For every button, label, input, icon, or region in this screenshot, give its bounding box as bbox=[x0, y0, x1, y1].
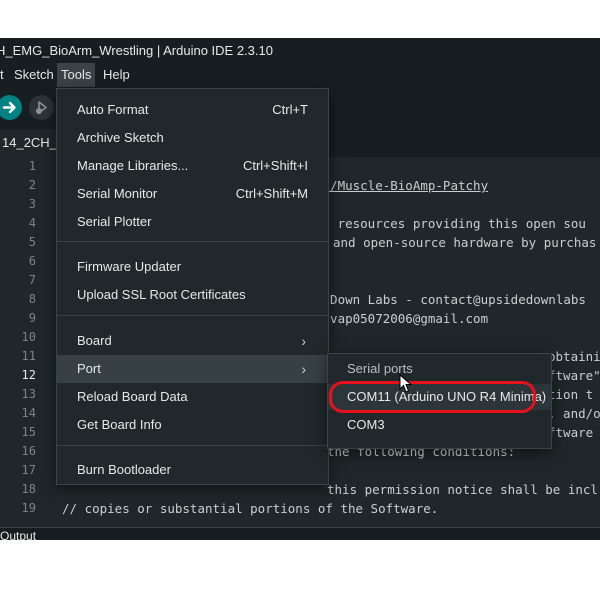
line-number: 6 bbox=[28, 254, 36, 268]
menu-item-serial-plotter[interactable]: Serial Plotter bbox=[57, 208, 328, 236]
menu-item-label: Serial Plotter bbox=[77, 214, 152, 229]
code-line: nd resources providing this open sou bbox=[315, 216, 586, 231]
port-option-label: COM3 bbox=[347, 417, 385, 432]
menu-item-label: Serial Monitor bbox=[77, 186, 158, 201]
menu-item-label: Port bbox=[77, 361, 101, 376]
window-title: H_EMG_BioArm_Wrestling | Arduino IDE 2.3… bbox=[0, 43, 273, 58]
menu-item-port[interactable]: Port › bbox=[57, 355, 328, 383]
line-number: 19 bbox=[21, 501, 36, 515]
code-line: ftware" bbox=[548, 368, 600, 383]
mouse-pointer-icon bbox=[399, 374, 413, 393]
menu-separator bbox=[57, 241, 328, 242]
line-number: 13 bbox=[21, 387, 36, 401]
line-number: 12 bbox=[21, 368, 36, 382]
menu-sketch[interactable]: Sketch bbox=[10, 63, 58, 87]
menu-item-label: Manage Libraries... bbox=[77, 158, 189, 173]
menu-item-label: Get Board Info bbox=[77, 417, 162, 432]
menu-item-upload-ssl-root-certificates[interactable]: Upload SSL Root Certificates bbox=[57, 281, 328, 309]
menu-item-label: Board bbox=[77, 333, 112, 348]
chevron-right-icon: › bbox=[301, 361, 306, 377]
line-number: 17 bbox=[21, 463, 36, 477]
line-number: 7 bbox=[28, 273, 36, 287]
code-line: // copies or substantial portions of the… bbox=[62, 501, 439, 516]
menu-bar: t Sketch Tools Help bbox=[0, 63, 600, 87]
line-number: 5 bbox=[28, 235, 36, 249]
menu-item-archive-sketch[interactable]: Archive Sketch bbox=[57, 124, 328, 152]
menu-item-board[interactable]: Board › bbox=[57, 327, 328, 355]
highlight-annotation-ring bbox=[329, 381, 536, 413]
menu-item-shortcut: Ctrl+T bbox=[272, 102, 308, 117]
menu-item-manage-libraries[interactable]: Manage Libraries... Ctrl+Shift+I bbox=[57, 152, 328, 180]
code-line: e Down Labs - contact@upsidedownlabs bbox=[315, 292, 586, 307]
code-line: tion t bbox=[548, 387, 594, 402]
menu-file[interactable]: t bbox=[0, 63, 8, 87]
code-line: , and/o bbox=[548, 406, 600, 421]
arrow-right-icon bbox=[2, 101, 16, 114]
line-number: 16 bbox=[21, 444, 36, 458]
menu-item-label: Firmware Updater bbox=[77, 259, 182, 274]
line-number: 4 bbox=[28, 216, 36, 230]
line-number-gutter: 1 2 3 4 5 6 7 8 9 10 11 12 13 14 15 16 17 18 19 bbox=[0, 157, 42, 527]
port-option-com3[interactable]: COM3 bbox=[328, 412, 551, 438]
line-number: 8 bbox=[28, 292, 36, 306]
output-label[interactable]: Output bbox=[0, 529, 36, 540]
code-line: ps/Muscle-BioAmp-Patchy bbox=[315, 178, 489, 193]
menu-help[interactable]: Help bbox=[99, 63, 134, 87]
line-number: 15 bbox=[21, 425, 36, 439]
menu-item-burn-bootloader[interactable]: Burn Bootloader bbox=[57, 456, 328, 484]
output-panel-header: Output bbox=[0, 527, 600, 540]
line-number: 9 bbox=[28, 311, 36, 325]
menu-item-firmware-updater[interactable]: Firmware Updater bbox=[57, 253, 328, 281]
code-line: ftware i bbox=[548, 425, 594, 440]
menu-tools[interactable]: Tools bbox=[57, 63, 96, 87]
menu-item-label: Archive Sketch bbox=[77, 130, 164, 145]
menu-item-serial-monitor[interactable]: Serial Monitor Ctrl+Shift+M bbox=[57, 180, 328, 208]
tools-dropdown-menu: Auto Format Ctrl+T Archive Sketch Manage… bbox=[56, 88, 329, 485]
menu-separator bbox=[57, 315, 328, 316]
title-bar: H_EMG_BioArm_Wrestling | Arduino IDE 2.3… bbox=[0, 38, 600, 63]
menu-item-reload-board-data[interactable]: Reload Board Data bbox=[57, 383, 328, 411]
code-line: obtaini bbox=[548, 349, 600, 364]
menu-item-get-board-info[interactable]: Get Board Info bbox=[57, 411, 328, 439]
menu-item-label: Auto Format bbox=[77, 102, 149, 117]
debug-button[interactable] bbox=[29, 95, 54, 120]
code-line: this permission notice shall be incl bbox=[327, 482, 598, 497]
sketch-tab[interactable]: 14_2CH_E bbox=[0, 129, 60, 157]
menu-item-shortcut: Ctrl+Shift+M bbox=[235, 186, 308, 201]
menu-item-label: Burn Bootloader bbox=[77, 462, 171, 477]
line-number: 1 bbox=[28, 159, 36, 173]
line-number: 2 bbox=[28, 178, 36, 192]
line-number: 14 bbox=[21, 406, 36, 420]
menu-item-auto-format[interactable]: Auto Format Ctrl+T bbox=[57, 96, 328, 124]
code-line: - vap05072006@gmail.com bbox=[315, 311, 489, 326]
chevron-right-icon: › bbox=[301, 333, 306, 349]
line-number: 18 bbox=[21, 482, 36, 496]
menu-item-shortcut: Ctrl+Shift+I bbox=[242, 158, 308, 173]
line-number: 11 bbox=[21, 349, 36, 363]
menu-item-label: Upload SSL Root Certificates bbox=[77, 287, 246, 302]
line-number: 3 bbox=[28, 197, 36, 211]
debug-play-icon bbox=[36, 101, 47, 114]
menu-separator bbox=[57, 445, 328, 446]
verify-button[interactable] bbox=[0, 95, 22, 120]
line-number: 10 bbox=[21, 330, 36, 344]
menu-item-label: Reload Board Data bbox=[77, 389, 188, 404]
code-line: and open-source hardware by purchas bbox=[333, 235, 597, 250]
